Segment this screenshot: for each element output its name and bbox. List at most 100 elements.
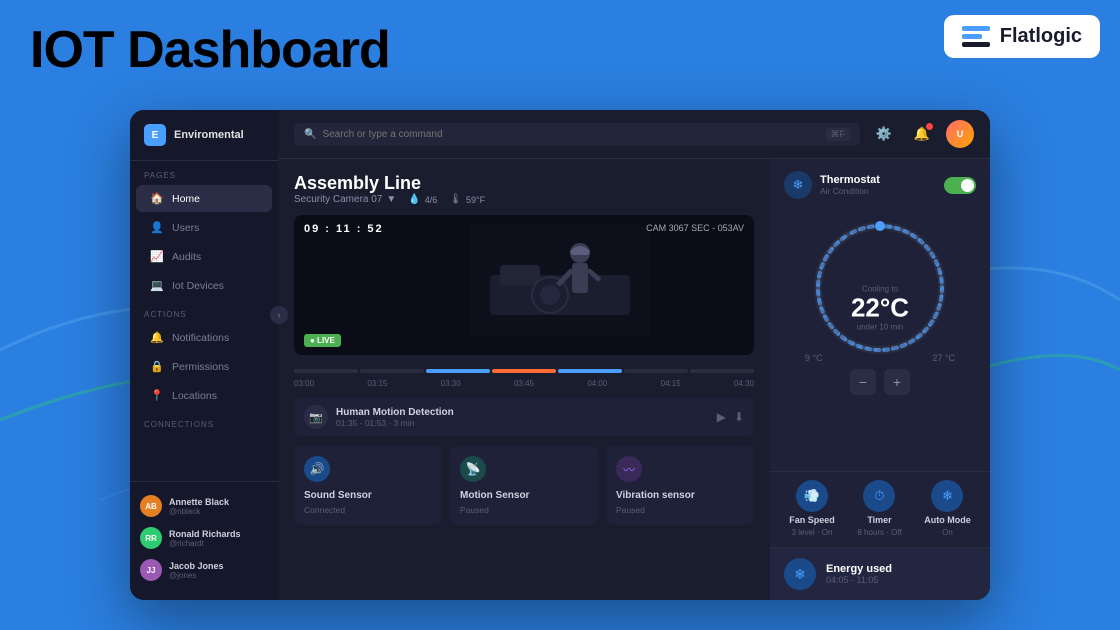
sidebar-users-list: AB Annette Black @nblack RR Ronald Richa…	[130, 481, 278, 586]
right-panel: ❄ Thermostat Air Condition	[770, 159, 990, 600]
timeline-labels: 03:00 03:15 03:30 03:45 04:00 04:15 04:3…	[294, 379, 754, 388]
tl-3: 03:45	[514, 379, 534, 388]
sidebar-item-audits-label: Audits	[172, 251, 201, 263]
user-avatar-2: JJ	[140, 559, 162, 581]
assembly-header: Assembly Line Security Camera 07 ▼ 💧 4/6…	[294, 173, 754, 205]
users-icon: 👤	[150, 221, 164, 234]
search-icon: 🔍	[304, 129, 316, 140]
sidebar-expand-button[interactable]: ›	[270, 306, 288, 324]
tl-6: 04:30	[734, 379, 754, 388]
camera-selector[interactable]: Security Camera 07 ▼ 💧 4/6 🌡 59°F	[294, 194, 754, 205]
sidebar-item-audits[interactable]: 📈 Audits	[136, 243, 272, 270]
user-avatar-1: RR	[140, 527, 162, 549]
sidebar-item-iot-label: Iot Devices	[172, 280, 224, 292]
sensor-card-vibration[interactable]: 〰 Vibration sensor Paused	[606, 446, 754, 525]
user-avatar-top[interactable]: U	[946, 120, 974, 148]
tl-1: 03:15	[367, 379, 387, 388]
sidebar-brand: E Enviromental	[130, 124, 278, 161]
brand-icon: E	[144, 124, 166, 146]
live-badge: ● LIVE	[304, 334, 341, 347]
auto-mode-icon: ❄	[931, 480, 963, 512]
thermostat-toggle[interactable]	[944, 177, 976, 194]
assembly-title: Assembly Line	[294, 173, 754, 194]
search-box[interactable]: 🔍 ⌘F	[294, 123, 860, 146]
camera-id: CAM 3067 SEC - 053AV	[646, 223, 744, 233]
sidebar-item-home[interactable]: 🏠 Home	[136, 185, 272, 212]
alert-row: 📷 Human Motion Detection 01:35 - 01:53 ·…	[294, 398, 754, 436]
user-name-2: Jacob Jones	[169, 561, 224, 571]
sidebar-item-home-label: Home	[172, 193, 200, 205]
sidebar: E Enviromental PAGES 🏠 Home 👤 Users 📈 Au…	[130, 110, 278, 600]
location-icon: 📍	[150, 389, 164, 402]
user-item-2[interactable]: JJ Jacob Jones @jones	[130, 554, 278, 586]
increase-temp-button[interactable]: +	[884, 369, 910, 395]
lock-icon: 🔒	[150, 360, 164, 373]
bottom-controls: 💨 Fan Speed 3 level · On ⏱ Timer 8 hours…	[770, 471, 990, 547]
settings-button[interactable]: ⚙️	[870, 120, 898, 148]
sidebar-item-loc-label: Locations	[172, 390, 217, 402]
user-handle-2: @jones	[169, 571, 224, 580]
notifications-button[interactable]: 🔔	[908, 120, 936, 148]
auto-mode-control[interactable]: ❄ Auto Mode On	[924, 480, 971, 537]
timeline-seg-2	[426, 369, 490, 373]
timeline-seg-1	[360, 369, 424, 373]
timeline-seg-5	[624, 369, 688, 373]
notification-badge	[926, 123, 933, 130]
vibration-sensor-status: Paused	[616, 505, 645, 515]
chevron-down-icon: ▼	[386, 194, 396, 205]
user-item-0[interactable]: AB Annette Black @nblack	[130, 490, 278, 522]
max-temp: 27 °C	[932, 353, 955, 363]
page-title: IOT Dashboard	[30, 20, 390, 80]
thermostat-dial: Cooling to 22°C under 10 min 9 °C 27 °C …	[770, 205, 990, 403]
sensor-card-motion[interactable]: 📡 Motion Sensor Paused	[450, 446, 598, 525]
user-name-0: Annette Black	[169, 497, 229, 507]
droplet-icon: 💧	[408, 194, 420, 205]
alert-time: 01:35 - 01:53 · 3 min	[336, 418, 709, 428]
dial-center: Cooling to 22°C under 10 min	[851, 284, 909, 331]
sidebar-actions-label: ACTIONS	[130, 300, 278, 323]
page-header: IOT Dashboard	[30, 20, 390, 80]
content-area: Assembly Line Security Camera 07 ▼ 💧 4/6…	[278, 159, 990, 600]
user-handle-0: @nblack	[169, 507, 229, 516]
auto-name: Auto Mode	[924, 515, 971, 525]
sidebar-item-permissions[interactable]: 🔒 Permissions	[136, 353, 272, 380]
sensor-card-sound[interactable]: 🔊 Sound Sensor Connected	[294, 446, 442, 525]
sidebar-item-users[interactable]: 👤 Users	[136, 214, 272, 241]
auto-value: On	[942, 528, 953, 537]
energy-card: ❄ Energy used 04:05 - 11:05	[770, 547, 990, 600]
main-content: 🔍 ⌘F ⚙️ 🔔 U Assembly Line	[278, 110, 990, 600]
alert-actions: ▶ ⬇	[717, 410, 744, 424]
sidebar-nav-label: PAGES	[130, 161, 278, 184]
vibration-sensor-name: Vibration sensor	[616, 490, 695, 501]
sidebar-item-perm-label: Permissions	[172, 361, 229, 373]
thermostat-header: ❄ Thermostat Air Condition	[770, 159, 990, 205]
timeline-seg-3	[492, 369, 556, 373]
fan-speed-control[interactable]: 💨 Fan Speed 3 level · On	[789, 480, 835, 537]
timeline-seg-4	[558, 369, 622, 373]
tl-0: 03:00	[294, 379, 314, 388]
dial-extremes: 9 °C 27 °C	[805, 353, 955, 363]
sidebar-item-users-label: Users	[172, 222, 199, 234]
min-temp: 9 °C	[805, 353, 823, 363]
alert-title: Human Motion Detection	[336, 407, 709, 418]
search-input[interactable]	[322, 129, 819, 140]
sidebar-item-locations[interactable]: 📍 Locations	[136, 382, 272, 409]
sidebar-item-iot-devices[interactable]: 💻 Iot Devices	[136, 272, 272, 299]
camera-name: Security Camera 07	[294, 194, 382, 205]
download-button[interactable]: ⬇	[734, 410, 744, 424]
user-name-1: Ronald Richards	[169, 529, 241, 539]
timeline-seg-6	[690, 369, 754, 373]
flatlogic-logo: Flatlogic	[944, 15, 1100, 58]
vibration-sensor-icon: 〰	[616, 456, 642, 482]
play-button[interactable]: ▶	[717, 410, 726, 424]
sidebar-item-notif-label: Notifications	[172, 332, 229, 344]
home-icon: 🏠	[150, 192, 164, 205]
dial-controls: − +	[850, 369, 910, 395]
user-avatar-0: AB	[140, 495, 162, 517]
camera-alert-icon: 📷	[304, 405, 328, 429]
sidebar-item-notifications[interactable]: 🔔 Notifications	[136, 324, 272, 351]
tl-5: 04:15	[661, 379, 681, 388]
decrease-temp-button[interactable]: −	[850, 369, 876, 395]
user-item-1[interactable]: RR Ronald Richards @richardt	[130, 522, 278, 554]
timer-control[interactable]: ⏱ Timer 8 hours · Off	[857, 480, 901, 537]
